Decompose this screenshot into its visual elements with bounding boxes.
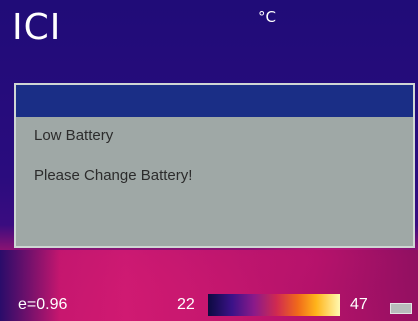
emissivity-readout: e=0.96 xyxy=(18,296,68,313)
dialog-title-bar xyxy=(16,85,413,117)
color-scale-bar xyxy=(208,294,340,316)
battery-icon xyxy=(390,303,412,314)
thermal-camera-screen: ICI °C Low Battery Please Change Battery… xyxy=(0,0,418,321)
brand-logo: ICI xyxy=(12,7,62,48)
scale-max-label: 47 xyxy=(350,296,368,313)
low-battery-dialog: Low Battery Please Change Battery! xyxy=(14,83,415,248)
dialog-message-body: Please Change Battery! xyxy=(34,167,193,184)
dialog-message-title: Low Battery xyxy=(34,127,114,144)
scale-min-label: 22 xyxy=(177,296,195,313)
temperature-unit: °C xyxy=(258,8,276,26)
